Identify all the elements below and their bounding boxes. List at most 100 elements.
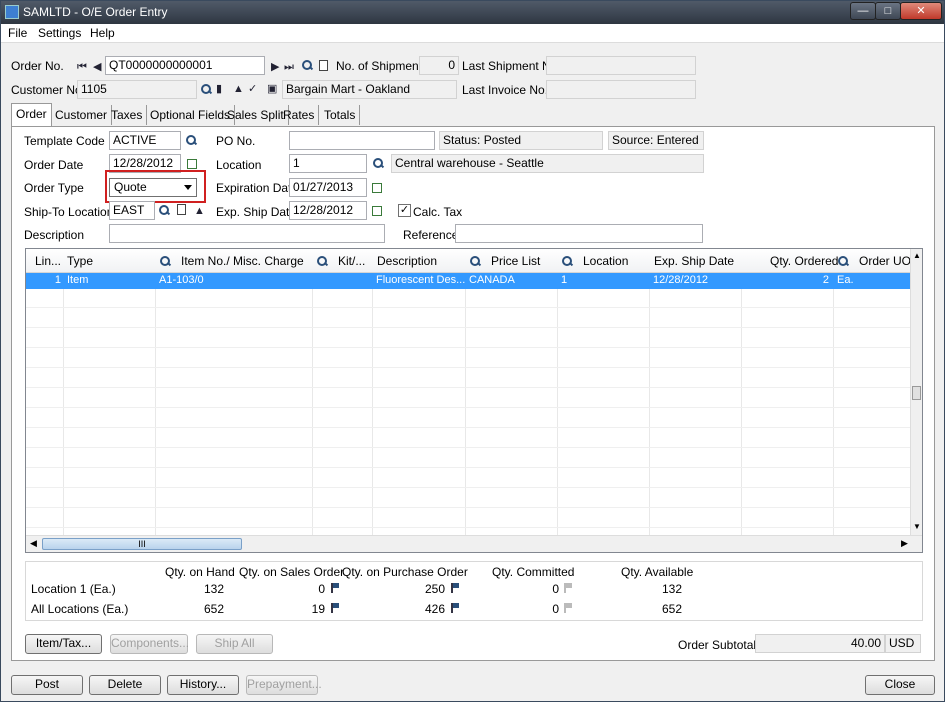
tab-rates[interactable]: Rates <box>279 105 320 125</box>
customer-info-icon[interactable]: ▮ <box>216 83 222 95</box>
po-no-input[interactable] <box>289 131 435 150</box>
price-list-finder-icon[interactable] <box>470 256 480 266</box>
order-detail-grid[interactable]: Lin... Type Item No./ Misc. Charge Kit/.… <box>25 248 923 553</box>
minimize-button[interactable]: — <box>850 2 876 20</box>
table-row[interactable] <box>26 389 912 408</box>
exp-ship-date-input[interactable]: 12/28/2012 <box>289 201 367 220</box>
table-row[interactable] <box>26 489 912 508</box>
order-date-label: Order Date <box>24 158 84 172</box>
menu-help[interactable]: Help <box>90 26 115 40</box>
expiration-calendar-icon[interactable] <box>372 183 382 193</box>
description-input[interactable] <box>109 224 385 243</box>
customer-no-input[interactable]: 1105 <box>77 80 197 99</box>
expiration-date-input[interactable]: 01/27/2013 <box>289 178 367 197</box>
grid-header: Lin... Type Item No./ Misc. Charge Kit/.… <box>26 249 921 273</box>
table-row[interactable] <box>26 329 912 348</box>
close-button[interactable]: Close <box>865 675 935 695</box>
check-credit-icon[interactable]: ✓ <box>248 83 257 95</box>
location-col-finder-icon[interactable] <box>562 256 572 266</box>
order-finder-icon[interactable] <box>302 60 312 70</box>
previous-record-icon[interactable]: ◀ <box>93 61 101 73</box>
horizontal-scroll-thumb[interactable]: III <box>42 538 242 550</box>
maximize-button[interactable]: □ <box>875 2 901 20</box>
sum-header-committed: Qty. Committed <box>492 565 575 579</box>
drilldown-flag-icon[interactable] <box>331 603 340 613</box>
sum-committed: 0 <box>552 602 559 616</box>
sum-purchase-order: 426 <box>424 602 445 616</box>
first-record-icon[interactable]: ⏮ <box>77 61 87 73</box>
table-row-selected[interactable]: 1 Item A1-103/0 Fluorescent Des... CANAD… <box>26 273 912 289</box>
cell-uom: Ea. <box>837 274 854 286</box>
col-price-list[interactable]: Price List <box>491 254 540 268</box>
template-code-input[interactable]: ACTIVE <box>109 131 181 150</box>
exp-ship-calendar-icon[interactable] <box>372 206 382 216</box>
ship-to-zoom-icon[interactable]: ▲ <box>194 205 205 217</box>
uom-finder-icon[interactable] <box>838 256 848 266</box>
no-shipments-value: 0 <box>419 56 459 75</box>
col-type[interactable]: Type <box>67 254 93 268</box>
location-description: Central warehouse - Seattle <box>391 154 704 173</box>
table-row[interactable] <box>26 429 912 448</box>
components-button: Components... <box>110 634 189 654</box>
vertical-scroll-thumb[interactable] <box>912 386 921 400</box>
kit-finder-icon[interactable] <box>317 256 327 266</box>
tab-optional-fields[interactable]: Optional Fields <box>146 105 236 125</box>
col-kit[interactable]: Kit/... <box>338 254 365 268</box>
location-finder-icon[interactable] <box>373 158 383 168</box>
table-row[interactable] <box>26 349 912 368</box>
calc-tax-checkbox[interactable]: ✓ <box>398 204 411 217</box>
scroll-up-icon[interactable]: ▲ <box>913 251 921 260</box>
table-row[interactable] <box>26 309 912 328</box>
next-record-icon[interactable]: ▶ <box>271 61 279 73</box>
tab-customer[interactable]: Customer <box>51 105 113 125</box>
col-location[interactable]: Location <box>583 254 628 268</box>
template-finder-icon[interactable] <box>186 135 196 145</box>
scroll-left-icon[interactable]: ◀ <box>30 538 37 549</box>
drilldown-flag-icon[interactable] <box>331 583 340 593</box>
col-item-no[interactable]: Item No./ Misc. Charge <box>181 254 304 268</box>
order-date-calendar-icon[interactable] <box>187 159 197 169</box>
menu-settings[interactable]: Settings <box>38 26 81 40</box>
order-no-input[interactable]: QT0000000000001 <box>105 56 265 75</box>
vertical-scrollbar[interactable]: ▲ ▼ <box>910 249 922 536</box>
table-row[interactable] <box>26 509 912 528</box>
location-input[interactable]: 1 <box>289 154 367 173</box>
col-line[interactable]: Lin... <box>35 254 61 268</box>
tab-taxes[interactable]: Taxes <box>107 105 148 125</box>
table-row[interactable] <box>26 369 912 388</box>
last-record-icon[interactable]: ⏭ <box>284 61 294 73</box>
table-row[interactable] <box>26 469 912 488</box>
customer-g-icon[interactable]: ▣ <box>267 83 277 95</box>
ship-to-new-icon[interactable] <box>177 204 186 215</box>
new-document-icon[interactable] <box>319 60 328 71</box>
menu-file[interactable]: File <box>8 26 27 40</box>
drilldown-flag-icon[interactable] <box>451 583 460 593</box>
ship-to-finder-icon[interactable] <box>159 205 169 215</box>
table-row[interactable] <box>26 289 912 308</box>
title-bar: SAMLTD - O/E Order Entry — □ ✕ <box>1 1 944 24</box>
customer-finder-icon[interactable] <box>201 84 211 94</box>
tab-totals[interactable]: Totals <box>320 105 361 125</box>
close-window-button[interactable]: ✕ <box>900 2 942 20</box>
drilldown-flag-icon <box>564 603 573 613</box>
col-qty-ordered[interactable]: Qty. Ordered <box>770 254 838 268</box>
tab-order[interactable]: Order <box>11 103 52 126</box>
table-row[interactable] <box>26 449 912 468</box>
history-button[interactable]: History... <box>167 675 239 695</box>
order-no-label: Order No. <box>11 59 64 73</box>
post-button[interactable]: Post <box>11 675 83 695</box>
drilldown-flag-icon[interactable] <box>451 603 460 613</box>
item-tax-button[interactable]: Item/Tax... <box>25 634 102 654</box>
table-row[interactable] <box>26 409 912 428</box>
delete-button[interactable]: Delete <box>89 675 161 695</box>
order-type-label: Order Type <box>24 181 84 195</box>
horizontal-scrollbar[interactable]: ◀ III ▶ <box>26 535 922 552</box>
col-description[interactable]: Description <box>377 254 437 268</box>
item-finder-icon[interactable] <box>160 256 170 266</box>
scroll-down-icon[interactable]: ▼ <box>913 522 921 531</box>
zoom-up-icon[interactable]: ▲ <box>233 83 244 95</box>
reference-input[interactable] <box>455 224 703 243</box>
ship-to-input[interactable]: EAST <box>109 201 155 220</box>
col-exp-ship-date[interactable]: Exp. Ship Date <box>654 254 734 268</box>
scroll-right-icon[interactable]: ▶ <box>901 538 908 549</box>
